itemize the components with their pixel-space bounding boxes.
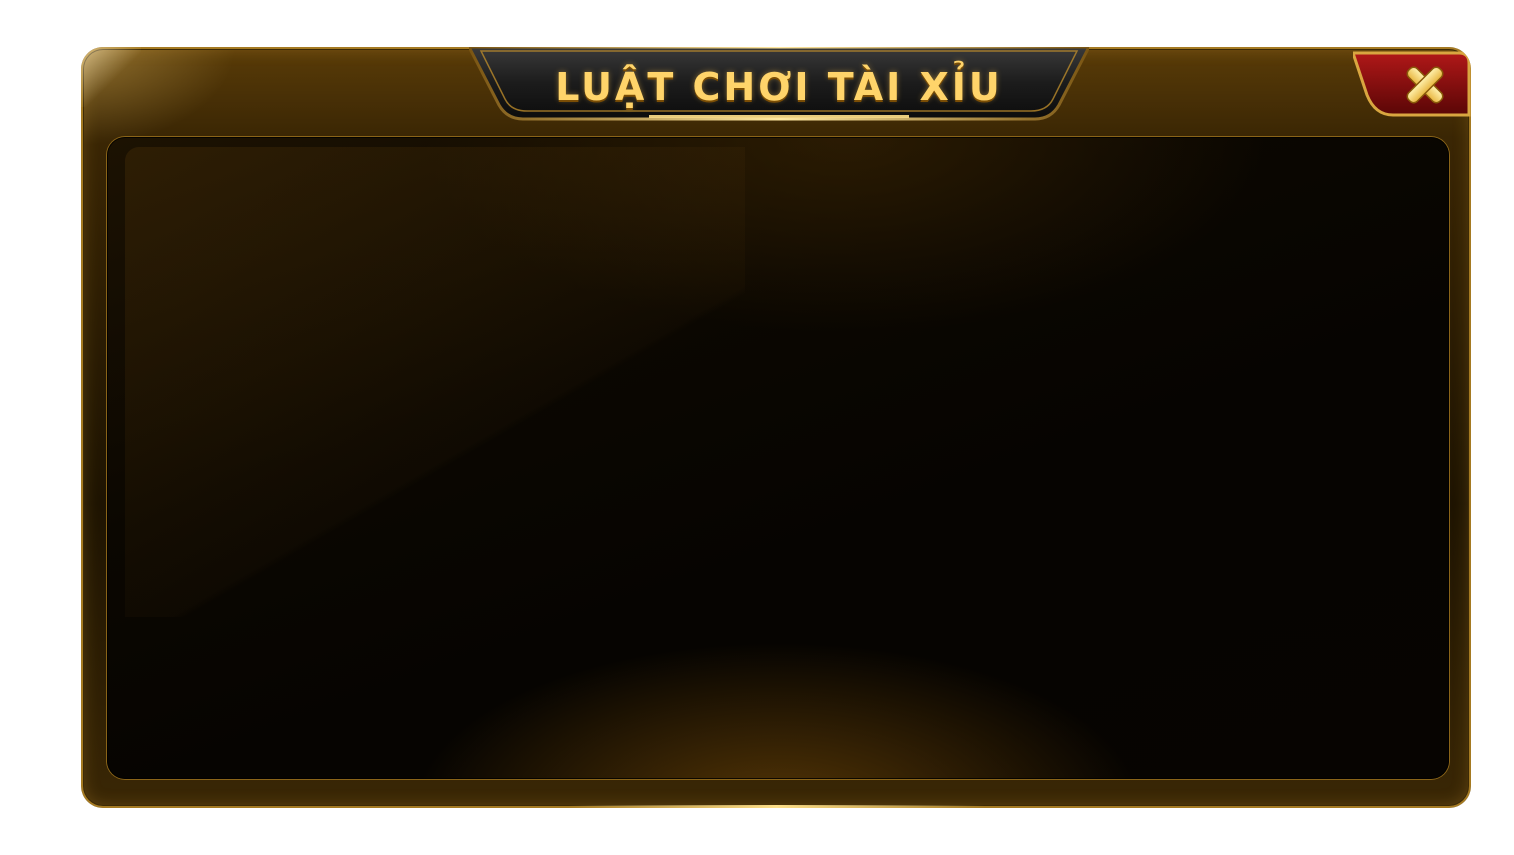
game-screen: LUẬT CHƠI TÀI XỈU [0,0,1514,855]
title-plate: LUẬT CHƠI TÀI XỈU [469,47,1089,121]
corner-gloss [81,47,141,107]
rules-content-panel [107,137,1449,779]
close-icon [1353,51,1471,117]
dialog-title: LUẬT CHƠI TÀI XỈU [555,65,1003,109]
rules-dialog: LUẬT CHƠI TÀI XỈU [81,47,1471,808]
close-button[interactable] [1353,49,1471,117]
